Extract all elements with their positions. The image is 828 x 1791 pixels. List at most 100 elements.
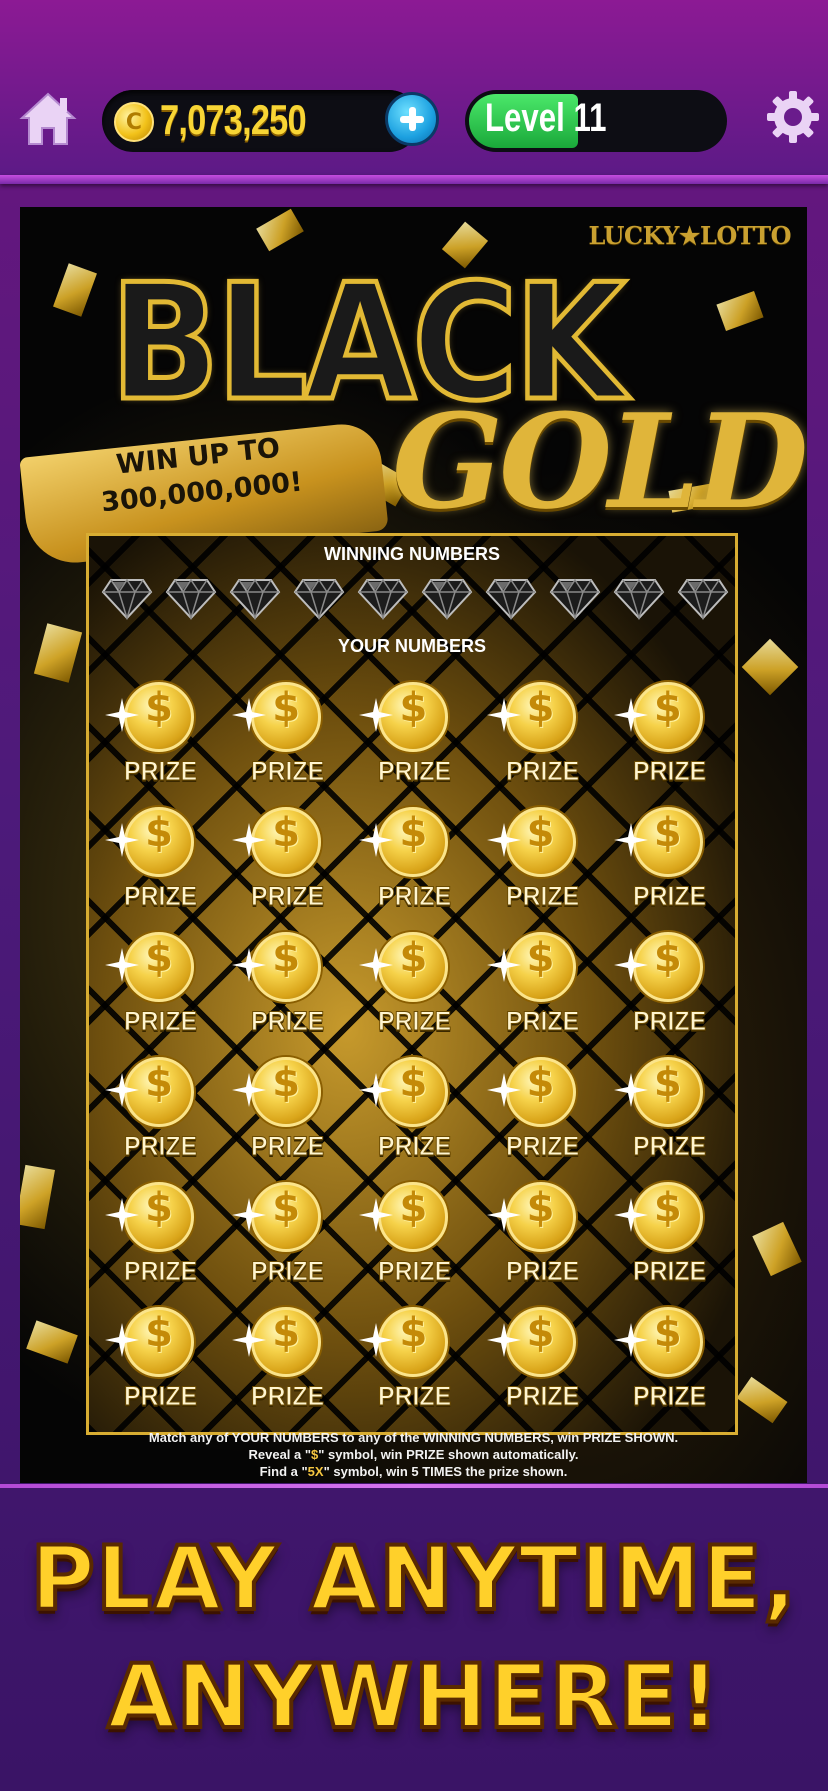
scratch-cell[interactable]: PRIZE: [224, 803, 351, 928]
prize-label: PRIZE: [378, 756, 452, 787]
confetti: [256, 208, 304, 252]
scratch-cell[interactable]: PRIZE: [224, 1178, 351, 1303]
scratch-cell[interactable]: PRIZE: [606, 1178, 733, 1303]
scratch-cell[interactable]: PRIZE: [479, 1178, 606, 1303]
your-numbers-grid: PRIZE PRIZE PRIZE PRIZE PRIZE PRIZE PRIZE PRIZE…: [97, 678, 733, 1428]
prize-label: PRIZE: [632, 1381, 706, 1412]
home-icon: [19, 92, 77, 145]
scratch-cell[interactable]: PRIZE: [479, 678, 606, 803]
sparkle-icon: [486, 1323, 521, 1357]
scratch-cell[interactable]: PRIZE: [479, 1303, 606, 1428]
diamond-icon[interactable]: [229, 576, 281, 621]
sparkle-icon: [232, 948, 267, 982]
prize-label: PRIZE: [505, 881, 579, 912]
rules-highlight-5x: 5X: [307, 1464, 324, 1479]
rules-text-part: Reveal a ": [248, 1447, 312, 1462]
confetti: [26, 1320, 78, 1364]
sparkle-icon: [613, 698, 648, 732]
sparkle-icon: [105, 1198, 139, 1232]
sparkle-icon: [105, 698, 139, 732]
rules-text-part: " symbol, win: [318, 1447, 407, 1462]
prize-label: PRIZE: [378, 881, 452, 912]
diamond-icon[interactable]: [357, 576, 409, 621]
scratch-cell[interactable]: PRIZE: [97, 1053, 224, 1178]
brand-logo: LUCKY★LOTTO: [588, 221, 791, 250]
rules-text-part: .: [674, 1430, 679, 1445]
confetti: [33, 623, 83, 683]
diamond-icon[interactable]: [613, 576, 665, 621]
rules-line-2: Reveal a "$" symbol, win PRIZE shown aut…: [20, 1446, 807, 1463]
sparkle-icon: [359, 823, 394, 857]
rules-text-part: YOUR NUMBERS: [231, 1430, 339, 1445]
rules-line-3: Find a "5X" symbol, win 5 TIMES the priz…: [20, 1463, 807, 1480]
sparkle-icon: [486, 1198, 521, 1232]
scratch-cell[interactable]: PRIZE: [224, 678, 351, 803]
sparkle-icon: [232, 698, 267, 732]
diamond-icon[interactable]: [485, 576, 537, 621]
prize-label: PRIZE: [124, 1131, 198, 1162]
prize-label: PRIZE: [251, 1006, 325, 1037]
scratch-cell[interactable]: PRIZE: [479, 928, 606, 1053]
diamond-icon[interactable]: [677, 576, 729, 621]
scratch-cell[interactable]: PRIZE: [606, 803, 733, 928]
scratch-cell[interactable]: PRIZE: [606, 678, 733, 803]
scratch-cell[interactable]: PRIZE: [97, 803, 224, 928]
sparkle-icon: [105, 948, 139, 982]
rules-text-part: shown automatically.: [444, 1447, 579, 1462]
rules-text-part: PRIZE: [406, 1447, 445, 1462]
diamond-icon[interactable]: [165, 576, 217, 621]
rules-text-part: , win: [550, 1430, 583, 1445]
header-divider: [0, 175, 828, 184]
gear-icon: [767, 91, 819, 143]
top-bar: 7,073,250 Level 11: [0, 0, 828, 184]
prize-label: PRIZE: [378, 1381, 452, 1412]
prize-label: PRIZE: [251, 1381, 325, 1412]
scratch-cell[interactable]: PRIZE: [351, 1178, 478, 1303]
prize-label: PRIZE: [505, 756, 579, 787]
scratch-cell[interactable]: PRIZE: [224, 928, 351, 1053]
sparkle-icon: [359, 1073, 394, 1107]
diamond-icon[interactable]: [421, 576, 473, 621]
prize-label: PRIZE: [124, 1256, 198, 1287]
rules-text: Match any of YOUR NUMBERS to any of the …: [20, 1429, 807, 1480]
scratch-cell[interactable]: PRIZE: [606, 1053, 733, 1178]
sparkle-icon: [613, 1323, 648, 1357]
prize-label: PRIZE: [505, 1256, 579, 1287]
rules-text-part: Find a ": [259, 1464, 308, 1479]
scratch-cell[interactable]: PRIZE: [97, 678, 224, 803]
scratch-cell[interactable]: PRIZE: [479, 803, 606, 928]
scratch-cell[interactable]: PRIZE: [97, 1303, 224, 1428]
your-numbers-label: YOUR NUMBERS: [337, 636, 486, 656]
diamond-icon[interactable]: [293, 576, 345, 621]
scratch-area[interactable]: WINNING NUMBERS YOUR NUMBERS PRIZEPRIZEP…: [86, 533, 738, 1435]
sparkle-icon: [105, 1323, 139, 1357]
sparkle-icon: [359, 1198, 394, 1232]
prize-label: PRIZE: [251, 756, 325, 787]
rules-line-1: Match any of YOUR NUMBERS to any of the …: [20, 1429, 807, 1446]
prize-label: PRIZE: [505, 1006, 579, 1037]
promo-headline: PLAY ANYTIME, ANYWHERE!: [0, 1520, 828, 1756]
scratch-cell[interactable]: PRIZE: [351, 928, 478, 1053]
scratch-cell[interactable]: PRIZE: [351, 1053, 478, 1178]
settings-button[interactable]: [764, 88, 822, 146]
sparkle-icon: [613, 948, 648, 982]
prize-label: PRIZE: [124, 881, 198, 912]
prize-label: PRIZE: [124, 1381, 198, 1412]
sparkle-icon: [105, 1073, 139, 1107]
diamond-icon[interactable]: [101, 576, 153, 621]
scratch-cell[interactable]: PRIZE: [606, 928, 733, 1053]
diamond-icon[interactable]: [549, 576, 601, 621]
scratch-cell[interactable]: PRIZE: [224, 1303, 351, 1428]
scratch-cell[interactable]: PRIZE: [479, 1053, 606, 1178]
scratch-cell[interactable]: PRIZE: [351, 1303, 478, 1428]
scratch-cell[interactable]: PRIZE: [351, 678, 478, 803]
scratch-cell[interactable]: PRIZE: [97, 928, 224, 1053]
scratch-cell[interactable]: PRIZE: [351, 803, 478, 928]
winning-numbers-row: [95, 576, 735, 626]
sparkle-icon: [232, 823, 267, 857]
add-coins-button[interactable]: [385, 92, 439, 146]
scratch-cell[interactable]: PRIZE: [97, 1178, 224, 1303]
home-button[interactable]: [18, 90, 78, 148]
scratch-cell[interactable]: PRIZE: [606, 1303, 733, 1428]
scratch-cell[interactable]: PRIZE: [224, 1053, 351, 1178]
